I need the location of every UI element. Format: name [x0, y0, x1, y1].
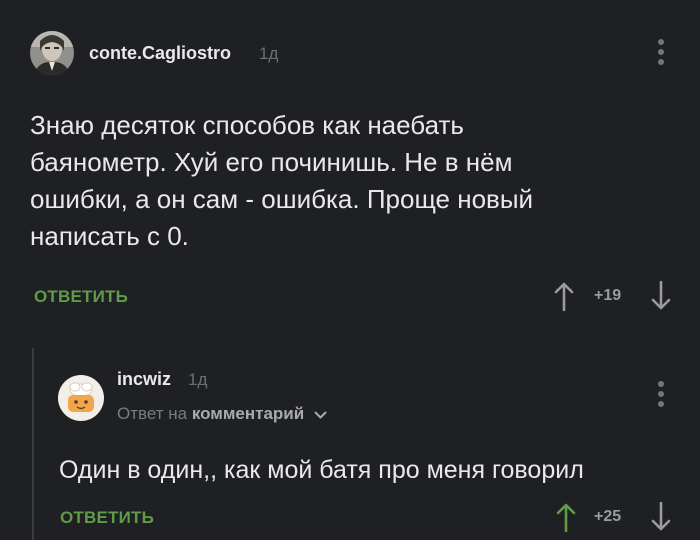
reply-downvote-arrow-icon[interactable] — [651, 502, 671, 532]
comment-time: 1д — [259, 44, 279, 63]
avatar-incwiz[interactable] — [58, 375, 104, 421]
thread-line — [32, 348, 34, 540]
comment-more-menu-icon[interactable] — [654, 37, 668, 67]
reply-more-menu-icon[interactable] — [654, 379, 668, 409]
comments-page: conte.Cagliostro 1д Знаю десяток способо… — [0, 0, 700, 540]
reply-to-prefix: Ответ на — [117, 404, 188, 423]
reply-to-link[interactable]: Ответ на комментарий — [117, 404, 327, 425]
reply-upvote-arrow-icon[interactable] — [556, 502, 576, 532]
comment-author[interactable]: conte.Cagliostro — [89, 43, 231, 64]
reply-reply-button[interactable]: ОТВЕТИТЬ — [60, 508, 154, 528]
avatar-conte-cagliostro[interactable] — [30, 31, 74, 75]
comment-upvote-arrow-icon[interactable] — [554, 281, 574, 311]
chevron-down-icon[interactable] — [314, 405, 327, 425]
reply-time: 1д — [188, 370, 208, 389]
comment-text-line-4: написать с 0. — [30, 221, 189, 251]
comment-text-line-1: Знаю десяток способов как наебать — [30, 110, 464, 140]
reply-score: +25 — [594, 508, 622, 525]
comment-text-line-3: ошибки, а он сам - ошибка. Проще новый — [30, 184, 534, 214]
comment-reply-button[interactable]: ОТВЕТИТЬ — [34, 287, 128, 307]
comment-text-line-2: баянометр. Хуй его починишь. Не в нём — [30, 147, 513, 177]
comment-score: +19 — [594, 287, 622, 304]
reply-text: Один в один,, как мой батя про меня гово… — [59, 456, 584, 484]
reply-author[interactable]: incwiz — [117, 369, 171, 390]
reply-to-target[interactable]: комментарий — [192, 404, 304, 423]
comment-downvote-arrow-icon[interactable] — [651, 281, 671, 311]
